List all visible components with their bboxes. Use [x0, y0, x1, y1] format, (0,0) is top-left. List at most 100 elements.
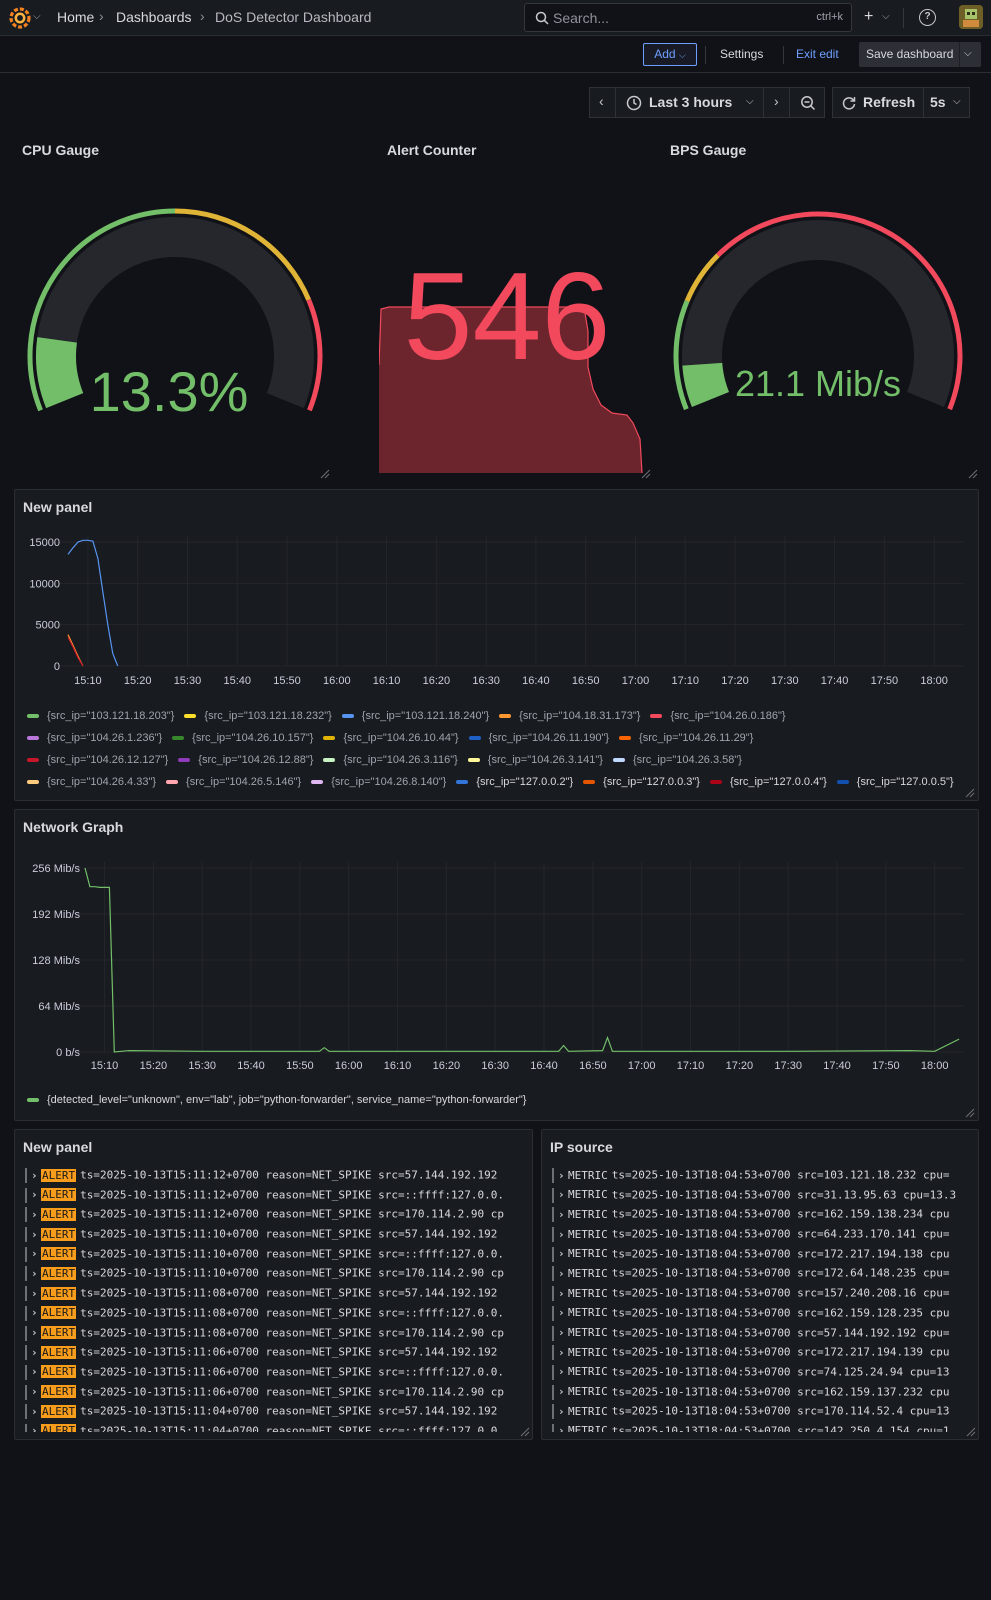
- series-line: [67, 539, 119, 667]
- log-row[interactable]: › METRIC ts=2025-10-13T18:04:53+0700 src=1…: [552, 1246, 972, 1267]
- breadcrumb-home[interactable]: Home: [57, 9, 94, 25]
- legend-item[interactable]: {src_ip="104.26.11.190"}: [468, 732, 609, 744]
- log-row[interactable]: › METRIC ts=2025-10-13T18:04:53+0700 src=3…: [552, 1187, 972, 1208]
- log-row[interactable]: › METRIC ts=2025-10-13T18:04:53+0700 src=1…: [552, 1345, 972, 1365]
- panel-title[interactable]: Network Graph: [23, 819, 123, 835]
- zoom-out-button[interactable]: [789, 87, 825, 118]
- legend-item[interactable]: {src_ip="127.0.0.4"}: [709, 776, 827, 788]
- resize-handle-icon[interactable]: [520, 1427, 530, 1437]
- log-row[interactable]: › METRIC ts=2025-10-13T18:04:53+0700 src=1…: [552, 1404, 972, 1424]
- log-row[interactable]: › METRIC ts=2025-10-13T18:04:53+0700 src=1…: [552, 1423, 972, 1432]
- panel-title[interactable]: New panel: [23, 1139, 92, 1155]
- legend-item[interactable]: {src_ip="127.0.0.2"}: [456, 776, 573, 788]
- log-row[interactable]: › METRIC ts=2025-10-13T18:04:53+0700 src=1…: [552, 1168, 972, 1188]
- search-input[interactable]: Search... ctrl+k: [524, 3, 852, 32]
- legend-item[interactable]: {src_ip="104.26.3.141"}: [467, 754, 603, 766]
- legend-item[interactable]: {src_ip="103.121.18.240"}: [341, 710, 489, 722]
- legend-item[interactable]: {src_ip="103.121.18.232"}: [184, 710, 332, 722]
- log-row[interactable]: › METRIC ts=2025-10-13T18:04:53+0700 src=6…: [552, 1227, 972, 1247]
- log-row[interactable]: › ALERT ts=2025-10-13T15:11:10+0700 reason…: [25, 1266, 525, 1286]
- log-row[interactable]: › ALERT ts=2025-10-13T15:11:06+0700 reason…: [25, 1384, 525, 1405]
- add-button[interactable]: Add ⌵: [643, 43, 697, 66]
- legend-item[interactable]: {src_ip="104.26.1.236"}: [27, 732, 162, 744]
- x-tick-label: 15:40: [223, 675, 251, 687]
- refresh-button[interactable]: Refresh 5s ⌵: [832, 87, 970, 118]
- log-row[interactable]: › ALERT ts=2025-10-13T15:11:10+0700 reason…: [25, 1227, 525, 1247]
- legend-item[interactable]: {src_ip="104.26.10.44"}: [323, 732, 459, 744]
- legend-item[interactable]: {src_ip="104.26.4.33"}: [27, 776, 156, 788]
- legend-item[interactable]: {src_ip="127.0.0.3"}: [583, 776, 700, 788]
- resize-handle-icon[interactable]: [320, 469, 330, 479]
- log-row[interactable]: › ALERT ts=2025-10-13T15:11:04+0700 reason…: [25, 1404, 525, 1424]
- legend-item[interactable]: {detected_level="unknown", env="lab", jo…: [27, 1094, 526, 1106]
- bps-gauge-panel: BPS Gauge 21.1 Mib/s: [662, 133, 980, 481]
- log-message: ts=2025-10-13T18:04:53+0700 src=103.121.…: [611, 1168, 950, 1182]
- log-row[interactable]: › ALERT ts=2025-10-13T15:11:10+0700 reason…: [25, 1246, 525, 1267]
- log-row[interactable]: › METRIC ts=2025-10-13T18:04:53+0700 src=1…: [552, 1266, 972, 1286]
- log-row[interactable]: › ALERT ts=2025-10-13T15:11:08+0700 reason…: [25, 1286, 525, 1306]
- legend-label: {src_ip="127.0.0.5"}: [856, 776, 954, 788]
- chevron-down-icon[interactable]: ⌵: [33, 11, 41, 22]
- log-row[interactable]: › METRIC ts=2025-10-13T18:04:53+0700 src=1…: [552, 1384, 972, 1405]
- panel-title[interactable]: IP source: [550, 1139, 613, 1155]
- time-shift-back-button[interactable]: ‹: [589, 87, 616, 118]
- log-row[interactable]: › ALERT ts=2025-10-13T15:11:08+0700 reason…: [25, 1305, 525, 1326]
- x-tick-label: 15:10: [74, 675, 102, 687]
- legend-item[interactable]: {src_ip="104.26.8.140"}: [311, 776, 446, 788]
- time-shift-forward-button[interactable]: ›: [763, 87, 790, 118]
- log-row[interactable]: › METRIC ts=2025-10-13T18:04:53+0700 src=1…: [552, 1286, 972, 1306]
- log-row[interactable]: › ALERT ts=2025-10-13T15:11:12+0700 reason…: [25, 1168, 525, 1188]
- grafana-logo-icon[interactable]: [8, 6, 32, 30]
- legend-item[interactable]: {src_ip="104.26.12.88"}: [178, 754, 313, 766]
- log-row[interactable]: › ALERT ts=2025-10-13T15:11:06+0700 reason…: [25, 1345, 525, 1365]
- resize-handle-icon[interactable]: [966, 1427, 976, 1437]
- time-range-picker[interactable]: Last 3 hours ⌵: [615, 87, 764, 118]
- legend-item[interactable]: {src_ip="127.0.0.5"}: [836, 776, 954, 788]
- log-level-bar: [25, 1325, 27, 1341]
- log-row[interactable]: › METRIC ts=2025-10-13T18:04:53+0700 src=5…: [552, 1325, 972, 1346]
- log-row[interactable]: › METRIC ts=2025-10-13T18:04:53+0700 src=1…: [552, 1305, 972, 1326]
- new-plus-button[interactable]: +: [864, 8, 873, 26]
- chevron-down-icon[interactable]: ⌵: [882, 11, 890, 22]
- log-list[interactable]: › ALERT ts=2025-10-13T15:11:12+0700 reason…: [25, 1168, 525, 1432]
- legend-swatch: [468, 736, 481, 741]
- refresh-interval-picker[interactable]: 5s: [930, 94, 946, 110]
- log-list[interactable]: › METRIC ts=2025-10-13T18:04:53+0700 src=1…: [552, 1168, 972, 1432]
- resize-handle-icon[interactable]: [641, 469, 651, 479]
- legend-item[interactable]: {src_ip="104.26.3.58"}: [612, 754, 742, 766]
- panel-title[interactable]: New panel: [23, 499, 92, 515]
- legend-item[interactable]: {src_ip="104.26.11.29"}: [619, 732, 753, 744]
- legend-item[interactable]: {src_ip="104.26.5.146"}: [166, 776, 301, 788]
- log-row[interactable]: › ALERT ts=2025-10-13T15:11:08+0700 reason…: [25, 1325, 525, 1346]
- avatar[interactable]: [959, 5, 983, 29]
- exit-edit-button[interactable]: Exit edit: [796, 47, 839, 61]
- legend-item[interactable]: {src_ip="104.26.0.186"}: [650, 710, 786, 722]
- log-row[interactable]: › METRIC ts=2025-10-13T18:04:53+0700 src=1…: [552, 1207, 972, 1227]
- log-message: ts=2025-10-13T15:11:06+0700 reason=NET_S…: [80, 1385, 504, 1399]
- panel-title[interactable]: CPU Gauge: [22, 142, 99, 158]
- chevron-down-icon[interactable]: ⌵: [953, 96, 961, 107]
- breadcrumb-dashboards[interactable]: Dashboards: [116, 9, 192, 25]
- settings-button[interactable]: Settings: [720, 47, 763, 61]
- resize-handle-icon[interactable]: [965, 1108, 975, 1118]
- legend-item[interactable]: {src_ip="104.18.31.173"}: [499, 710, 640, 722]
- log-row[interactable]: › ALERT ts=2025-10-13T15:11:12+0700 reason…: [25, 1207, 525, 1227]
- legend-item[interactable]: {src_ip="104.26.10.157"}: [172, 732, 313, 744]
- log-row[interactable]: › ALERT ts=2025-10-13T15:11:04+0700 reason…: [25, 1423, 525, 1432]
- legend-item[interactable]: {src_ip="103.121.18.203"}: [27, 710, 174, 722]
- log-message: ts=2025-10-13T15:11:10+0700 reason=NET_S…: [80, 1266, 504, 1280]
- log-row[interactable]: › ALERT ts=2025-10-13T15:11:06+0700 reason…: [25, 1364, 525, 1385]
- save-dashboard-button[interactable]: Save dashboard ⌵: [859, 42, 981, 67]
- legend-item[interactable]: {src_ip="104.26.12.127"}: [27, 754, 168, 766]
- help-icon[interactable]: ?: [919, 9, 936, 26]
- log-message: ts=2025-10-13T18:04:53+0700 src=31.13.95…: [611, 1188, 957, 1202]
- log-row[interactable]: › METRIC ts=2025-10-13T18:04:53+0700 src=7…: [552, 1364, 972, 1385]
- resize-handle-icon[interactable]: [968, 469, 978, 479]
- panel-title[interactable]: BPS Gauge: [670, 142, 746, 158]
- log-row[interactable]: › ALERT ts=2025-10-13T15:11:12+0700 reason…: [25, 1187, 525, 1208]
- log-badge: ALERT: [41, 1365, 77, 1379]
- resize-handle-icon[interactable]: [965, 788, 975, 798]
- chevron-down-icon[interactable]: ⌵: [964, 48, 972, 59]
- legend-item[interactable]: {src_ip="104.26.3.116"}: [323, 754, 458, 766]
- save-dashboard-label: Save dashboard: [866, 47, 954, 61]
